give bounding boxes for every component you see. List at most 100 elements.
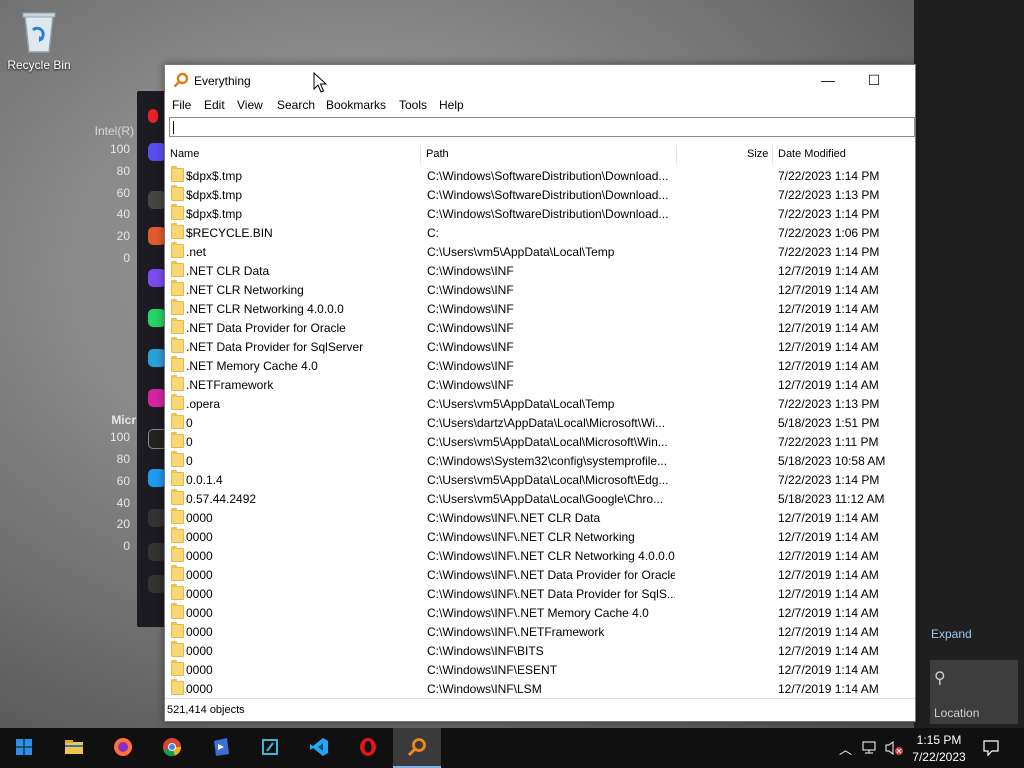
menu-search[interactable]: Search bbox=[277, 98, 315, 112]
bg-label: 20 bbox=[116, 229, 130, 243]
result-row[interactable]: 0000 C:\Windows\INF\LSM 12/7/2019 1:14 AM bbox=[165, 679, 915, 698]
result-row[interactable]: $dpx$.tmp C:\Windows\SoftwareDistribution… bbox=[165, 185, 915, 204]
menu-view[interactable]: View bbox=[237, 98, 263, 112]
row-path: C:\Windows\INF\.NETFramework bbox=[427, 625, 605, 639]
result-row[interactable]: $RECYCLE.BIN C: 7/22/2023 1:06 PM bbox=[165, 223, 915, 242]
result-row[interactable]: .opera C:\Users\vm5\AppData\Local\Temp 7/2… bbox=[165, 394, 915, 413]
bg-label: 60 bbox=[116, 474, 130, 488]
result-row[interactable]: .net C:\Users\vm5\AppData\Local\Temp 7/22/… bbox=[165, 242, 915, 261]
row-date: 12/7/2019 1:14 AM bbox=[778, 568, 879, 582]
result-row[interactable]: 0.57.44.2492 C:\Users\vm5\AppData\Local\G… bbox=[165, 489, 915, 508]
row-date: 5/18/2023 10:58 AM bbox=[778, 454, 886, 468]
result-row[interactable]: 0000 C:\Windows\INF\.NET Data Provider fo… bbox=[165, 584, 915, 603]
search-input[interactable] bbox=[169, 117, 915, 137]
row-date: 7/22/2023 1:14 PM bbox=[778, 169, 880, 183]
network-icon[interactable] bbox=[862, 741, 880, 755]
result-row[interactable]: 0000 C:\Windows\INF\.NET CLR Networking 4… bbox=[165, 546, 915, 565]
row-path: C:\Users\vm5\AppData\Local\Temp bbox=[427, 245, 615, 259]
taskbar-everything[interactable] bbox=[393, 728, 441, 768]
result-row[interactable]: 0.0.1.4 C:\Users\vm5\AppData\Local\Micros… bbox=[165, 470, 915, 489]
result-row[interactable]: 0000 C:\Windows\INF\.NET CLR Data 12/7/201… bbox=[165, 508, 915, 527]
column-name[interactable]: Name bbox=[170, 148, 199, 160]
expand-link[interactable]: Expand bbox=[931, 627, 972, 641]
row-path: C:\Windows\INF bbox=[427, 340, 514, 354]
result-row[interactable]: 0 C:\Users\dartz\AppData\Local\Microsoft\… bbox=[165, 413, 915, 432]
location-label: Location bbox=[934, 706, 980, 720]
folder-icon bbox=[171, 584, 184, 600]
menu-file[interactable]: File bbox=[172, 98, 191, 112]
background-opera-sidebar[interactable] bbox=[137, 91, 168, 627]
menu-help[interactable]: Help bbox=[439, 98, 464, 112]
row-path: C:\Windows\INF bbox=[427, 302, 514, 316]
taskbar-chrome[interactable] bbox=[148, 728, 196, 768]
background-monitor-labels: Intel(R) 100 80 60 40 20 0 Micr 100 80 6… bbox=[95, 116, 136, 636]
column-date-modified[interactable]: Date Modified bbox=[778, 148, 846, 160]
column-path[interactable]: Path bbox=[426, 148, 449, 160]
result-row[interactable]: .NET CLR Networking C:\Windows\INF 12/7/20… bbox=[165, 280, 915, 299]
row-path: C:\Windows\INF\.NET CLR Networking 4.0.0… bbox=[427, 549, 675, 563]
recycle-bin-desktop-icon[interactable]: Recycle Bin bbox=[6, 8, 72, 72]
volume-muted-icon[interactable] bbox=[884, 740, 904, 756]
result-row[interactable]: 0000 C:\Windows\INF\.NET Data Provider fo… bbox=[165, 565, 915, 584]
taskbar-clock[interactable]: 1:15 PM 7/22/2023 bbox=[906, 732, 972, 766]
menu-tools[interactable]: Tools bbox=[399, 98, 427, 112]
result-row[interactable]: .NET Data Provider for SqlServer C:\Windo… bbox=[165, 337, 915, 356]
taskbar-visual-studio[interactable] bbox=[197, 728, 245, 768]
result-row[interactable]: 0000 C:\Windows\INF\.NET CLR Networking 12… bbox=[165, 527, 915, 546]
folder-icon bbox=[171, 204, 184, 220]
row-path: C:\Windows\INF\.NET Data Provider for Or… bbox=[427, 568, 675, 582]
result-row[interactable]: .NET Memory Cache 4.0 C:\Windows\INF 12/7/… bbox=[165, 356, 915, 375]
everything-icon bbox=[407, 738, 426, 757]
result-row[interactable]: .NETFramework C:\Windows\INF 12/7/2019 1:1… bbox=[165, 375, 915, 394]
result-row[interactable]: .NET CLR Networking 4.0.0.0 C:\Windows\IN… bbox=[165, 299, 915, 318]
result-row[interactable]: $dpx$.tmp C:\Windows\SoftwareDistribution… bbox=[165, 204, 915, 223]
title-bar[interactable]: Everything — ☐ bbox=[165, 65, 915, 96]
row-date: 7/22/2023 1:14 PM bbox=[778, 207, 880, 221]
taskbar-firefox[interactable] bbox=[99, 728, 147, 768]
folder-icon bbox=[171, 470, 184, 486]
menu-edit[interactable]: Edit bbox=[204, 98, 225, 112]
bg-label: 100 bbox=[109, 430, 130, 444]
taskbar-file-explorer[interactable] bbox=[50, 728, 98, 768]
folder-icon bbox=[171, 223, 184, 239]
row-date: 12/7/2019 1:14 AM bbox=[778, 378, 879, 392]
result-row[interactable]: .NET CLR Data C:\Windows\INF 12/7/2019 1:1… bbox=[165, 261, 915, 280]
row-name: 0 bbox=[186, 454, 193, 468]
row-path: C:\Windows\INF\.NET Data Provider for Sq… bbox=[427, 587, 675, 601]
row-date: 12/7/2019 1:14 AM bbox=[778, 587, 879, 601]
start-icon bbox=[16, 739, 32, 755]
column-divider[interactable] bbox=[676, 145, 677, 165]
bg-label: 0 bbox=[123, 539, 130, 553]
row-name: 0000 bbox=[186, 625, 213, 639]
result-row[interactable]: 0 C:\Windows\System32\config\systemprofil… bbox=[165, 451, 915, 470]
result-row[interactable]: 0000 C:\Windows\INF\BITS 12/7/2019 1:14 AM bbox=[165, 641, 915, 660]
row-path: C:\Windows\INF bbox=[427, 264, 514, 278]
chevron-up-icon[interactable]: ︿ bbox=[839, 739, 852, 758]
location-quick-action[interactable]: ⚲ Location bbox=[930, 660, 1018, 724]
vscode-icon bbox=[310, 738, 328, 756]
result-row[interactable]: $dpx$.tmp C:\Windows\SoftwareDistribution… bbox=[165, 166, 915, 185]
maximize-button[interactable]: ☐ bbox=[851, 65, 897, 96]
result-row[interactable]: .NET Data Provider for Oracle C:\Windows\… bbox=[165, 318, 915, 337]
start-button[interactable] bbox=[0, 728, 48, 768]
folder-icon bbox=[171, 356, 184, 372]
folder-icon bbox=[171, 489, 184, 505]
folder-icon bbox=[171, 242, 184, 258]
column-size[interactable]: Size bbox=[747, 148, 768, 160]
taskbar-opera[interactable] bbox=[344, 728, 392, 768]
column-divider[interactable] bbox=[772, 145, 773, 165]
folder-icon bbox=[171, 280, 184, 296]
result-row[interactable]: 0000 C:\Windows\INF\ESENT 12/7/2019 1:14 A… bbox=[165, 660, 915, 679]
column-divider[interactable] bbox=[420, 145, 421, 165]
row-name: 0000 bbox=[186, 568, 213, 582]
row-name: 0000 bbox=[186, 663, 213, 677]
menu-bookmarks[interactable]: Bookmarks bbox=[326, 98, 386, 112]
minimize-button[interactable]: — bbox=[805, 65, 851, 96]
result-row[interactable]: 0000 C:\Windows\INF\.NETFramework 12/7/201… bbox=[165, 622, 915, 641]
notification-icon[interactable] bbox=[982, 739, 1000, 757]
result-row[interactable]: 0000 C:\Windows\INF\.NET Memory Cache 4.0… bbox=[165, 603, 915, 622]
taskbar-tool-app[interactable] bbox=[246, 728, 294, 768]
row-name: .NET Data Provider for SqlServer bbox=[186, 340, 364, 354]
taskbar-vscode[interactable] bbox=[295, 728, 343, 768]
result-row[interactable]: 0 C:\Users\vm5\AppData\Local\Microsoft\Wi… bbox=[165, 432, 915, 451]
